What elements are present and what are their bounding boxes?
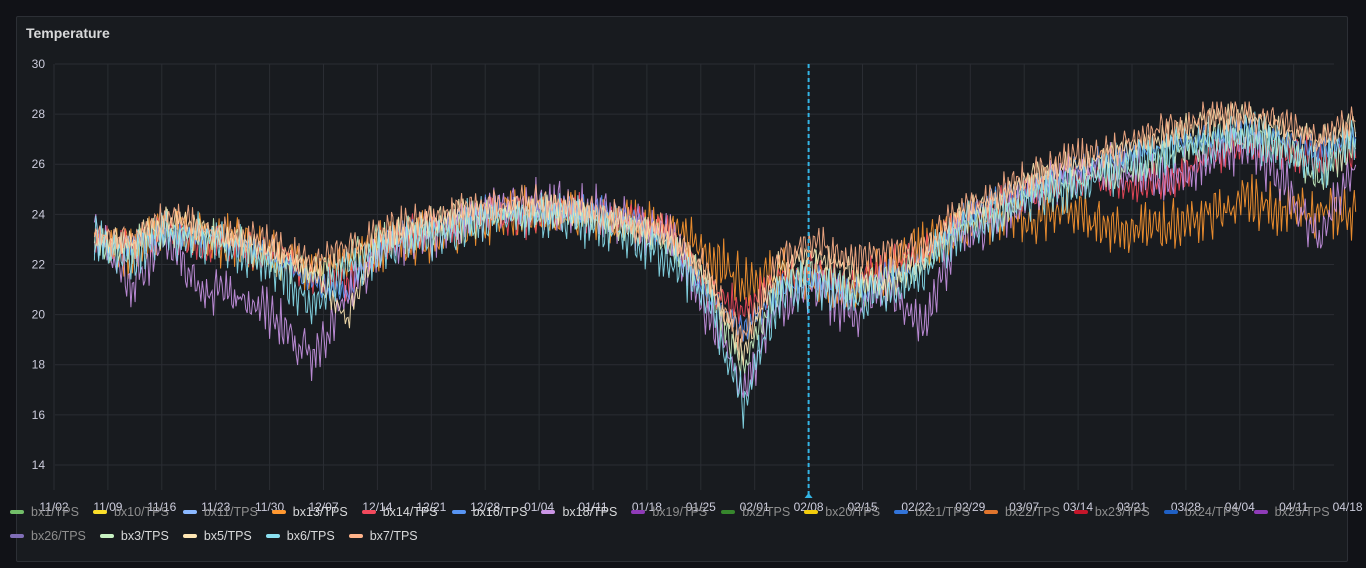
y-tick-label: 14: [32, 458, 46, 472]
legend-swatch: [983, 510, 998, 514]
legend-item[interactable]: bx5/TPS: [182, 529, 252, 543]
legend-item[interactable]: bx6/TPS: [265, 529, 335, 543]
legend-label: bx22/TPS: [1004, 505, 1060, 519]
legend-swatch: [1163, 510, 1178, 514]
legend-swatch: [451, 510, 466, 514]
legend-item[interactable]: bx7/TPS: [348, 529, 418, 543]
temperature-line-chart[interactable]: 14161820222426283011/02 11/09 11/16 11/23 11…: [0, 0, 1366, 568]
y-tick-label: 24: [32, 207, 46, 221]
y-tick-label: 16: [32, 408, 46, 422]
legend-label: bx16/TPS: [472, 505, 528, 519]
legend-label: bx18/TPS: [562, 505, 618, 519]
legend-label: bx11/TPS: [203, 505, 258, 519]
legend-item[interactable]: bx11/TPS: [182, 505, 258, 519]
legend-swatch: [182, 534, 197, 538]
legend-item[interactable]: bx21/TPS: [894, 505, 970, 519]
y-tick-label: 30: [32, 57, 46, 71]
legend-item[interactable]: bx10/TPS: [92, 505, 169, 519]
y-tick-label: 28: [32, 107, 46, 121]
legend-item[interactable]: bx1/TPS: [10, 505, 79, 519]
legend-swatch: [1073, 510, 1088, 514]
legend-label: bx7/TPS: [369, 529, 418, 543]
legend-swatch: [804, 510, 819, 514]
legend-label: bx14/TPS: [382, 505, 438, 519]
legend-item[interactable]: bx2/TPS: [721, 505, 790, 519]
legend-label: bx5/TPS: [203, 529, 252, 543]
legend-label: bx21/TPS: [915, 505, 970, 519]
legend-swatch: [10, 510, 24, 514]
legend-label: bx25/TPS: [1274, 505, 1330, 519]
legend-swatch: [99, 534, 114, 538]
legend-item[interactable]: bx25/TPS: [1253, 505, 1330, 519]
legend-item[interactable]: bx22/TPS: [983, 505, 1060, 519]
legend-label: bx19/TPS: [652, 505, 708, 519]
crosshair-marker: [804, 493, 813, 498]
legend-swatch: [631, 510, 646, 514]
legend-label: bx23/TPS: [1094, 505, 1150, 519]
legend-label: bx2/TPS: [742, 505, 791, 519]
legend-label: bx1/TPS: [31, 505, 79, 519]
y-tick-label: 26: [32, 157, 46, 171]
legend-swatch: [348, 534, 363, 538]
y-tick-label: 18: [32, 358, 46, 372]
legend-label: bx6/TPS: [286, 529, 335, 543]
legend-item[interactable]: bx14/TPS: [361, 505, 438, 519]
legend-item[interactable]: bx20/TPS: [804, 505, 880, 519]
x-tick-label: 04/18: [1333, 500, 1363, 514]
y-tick-label: 20: [32, 308, 46, 322]
y-tick-label: 22: [32, 257, 46, 271]
legend-swatch: [265, 534, 280, 538]
legend-row: bx1/TPS bx10/TPS bx11/TPS bx13/TPS bx14/TPS b…: [10, 500, 1330, 524]
legend-swatch: [92, 510, 107, 514]
chart-legend: bx1/TPS bx10/TPS bx11/TPS bx13/TPS bx14/TPS b…: [10, 500, 1330, 548]
legend-row: bx26/TPS bx3/TPS bx5/TPS bx6/TPS bx7/TPS: [10, 524, 1330, 548]
legend-label: bx20/TPS: [825, 505, 881, 519]
legend-swatch: [182, 510, 197, 514]
legend-item[interactable]: bx24/TPS: [1163, 505, 1240, 519]
legend-label: bx10/TPS: [113, 505, 169, 519]
legend-label: bx24/TPS: [1184, 505, 1240, 519]
legend-item[interactable]: bx23/TPS: [1073, 505, 1150, 519]
legend-item[interactable]: bx16/TPS: [451, 505, 528, 519]
legend-item[interactable]: bx19/TPS: [631, 505, 707, 519]
legend-label: bx3/TPS: [120, 529, 169, 543]
legend-item[interactable]: bx13/TPS: [271, 505, 348, 519]
legend-label: bx13/TPS: [292, 505, 348, 519]
legend-swatch: [894, 510, 909, 514]
legend-swatch: [10, 534, 24, 538]
legend-item[interactable]: bx18/TPS: [541, 505, 617, 519]
legend-label: bx26/TPS: [31, 529, 86, 543]
legend-item[interactable]: bx26/TPS: [10, 529, 86, 543]
legend-item[interactable]: bx3/TPS: [99, 529, 169, 543]
legend-swatch: [541, 510, 556, 514]
legend-swatch: [721, 510, 736, 514]
legend-swatch: [361, 510, 376, 514]
legend-swatch: [271, 510, 286, 514]
legend-swatch: [1253, 510, 1268, 514]
